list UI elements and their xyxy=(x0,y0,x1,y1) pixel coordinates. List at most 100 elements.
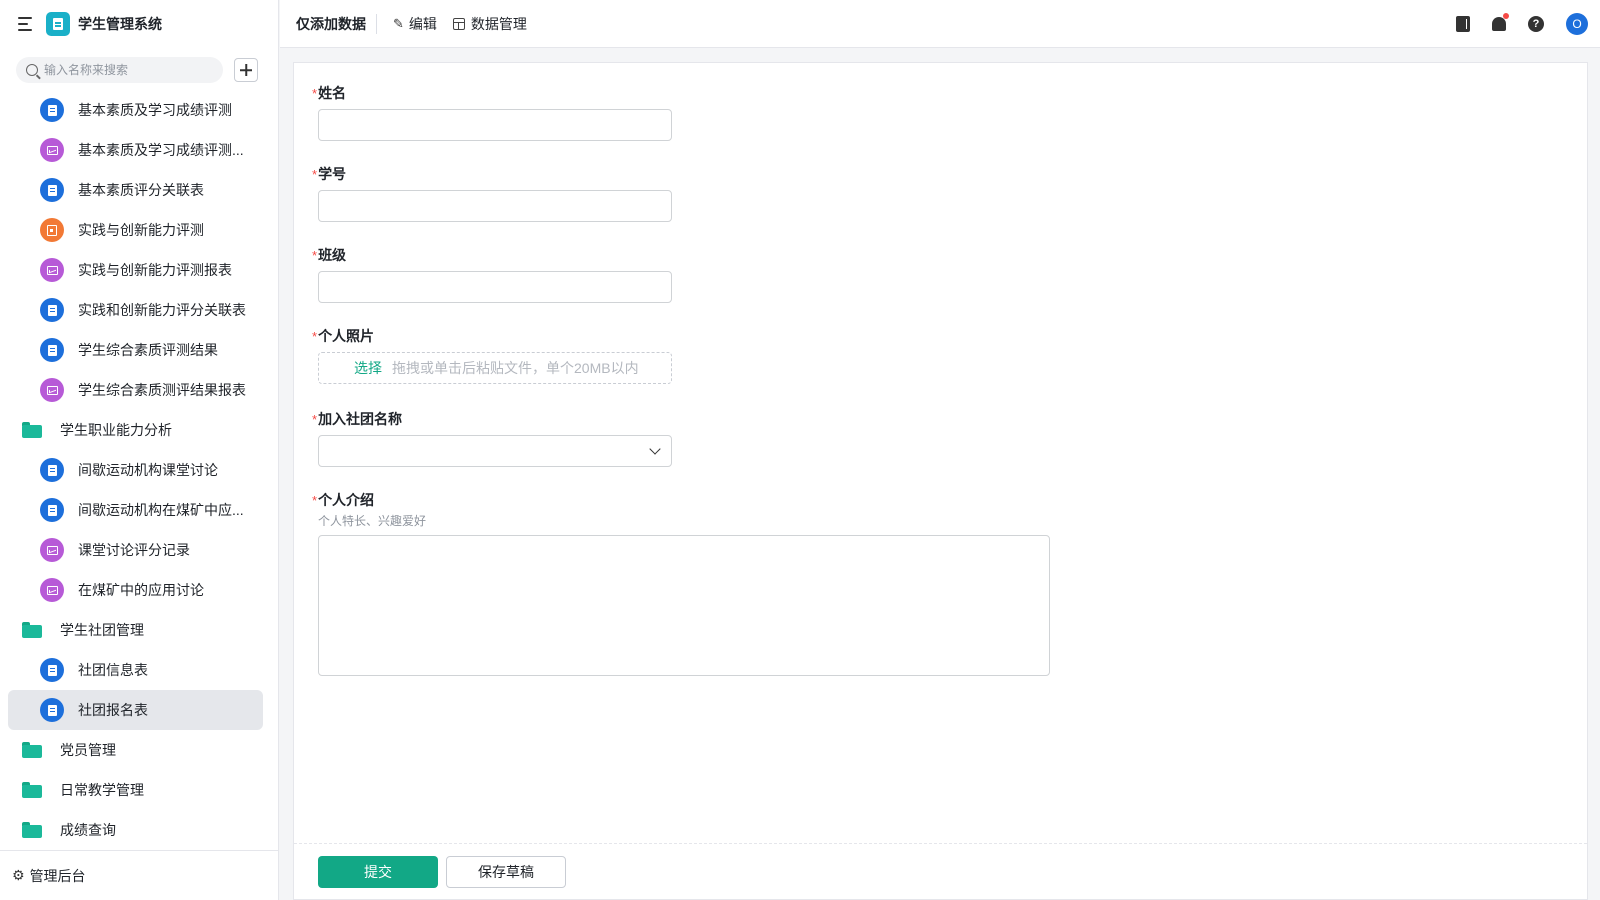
help-icon[interactable]: ? xyxy=(1528,16,1544,32)
chevron-down-icon xyxy=(649,443,661,455)
student-id-input[interactable] xyxy=(318,190,672,222)
admin-console-label: 管理后台 xyxy=(29,867,86,884)
sidebar-item-label: 学生综合素质测评结果报表 xyxy=(78,382,246,398)
photo-upload-area[interactable]: 选择 拖拽或单击后粘贴文件，单个20MB以内 xyxy=(318,352,672,384)
intro-field[interactable] xyxy=(319,536,1049,675)
form-icon xyxy=(40,298,64,322)
sidebar-item-label: 基本素质评分关联表 xyxy=(78,182,204,198)
sidebar-item-label: 社团信息表 xyxy=(78,662,148,678)
field-label: * 加入社团名称 xyxy=(312,411,403,427)
table-icon xyxy=(452,17,465,30)
sidebar-item-label: 在煤矿中的应用讨论 xyxy=(78,582,204,598)
gear-icon: ⚙ xyxy=(12,867,25,883)
report-icon xyxy=(40,378,64,402)
field-class: * 班级 xyxy=(312,245,672,303)
field-label: * 姓名 xyxy=(312,85,347,101)
data-manage-label: 数据管理 xyxy=(470,15,527,32)
name-field[interactable] xyxy=(319,110,671,140)
sidebar-item-label: 间歇运动机构课堂讨论 xyxy=(78,462,218,478)
sidebar-item[interactable]: 学生综合素质评测结果 xyxy=(8,330,263,370)
top-bar: 仅添加数据 ✎ 编辑 数据管理 ? O xyxy=(280,0,1600,48)
report-icon xyxy=(40,138,64,162)
sidebar-item-label: 间歇运动机构在煤矿中应... xyxy=(78,502,244,518)
form-icon xyxy=(40,98,64,122)
sidebar-item[interactable]: 课堂讨论评分记录 xyxy=(8,530,263,570)
sidebar-item-label: 党员管理 xyxy=(60,742,116,758)
sidebar-item-label: 学生职业能力分析 xyxy=(60,422,172,438)
field-student-id: * 学号 xyxy=(312,164,672,222)
admin-console-link[interactable]: ⚙ 管理后台 xyxy=(0,850,279,900)
sidebar-item[interactable]: 间歇运动机构课堂讨论 xyxy=(8,450,263,490)
form-panel: * 姓名 * 学号 * 班级 * 个人照片 选择 拖拽或单击后粘贴文件，单个20MB以内… xyxy=(293,62,1588,900)
user-avatar[interactable]: O xyxy=(1566,13,1588,35)
sidebar-item[interactable]: 基本素质及学习成绩评测 xyxy=(8,90,263,130)
form-footer: 提交 保存草稿 xyxy=(294,843,1587,899)
sidebar-item[interactable]: 间歇运动机构在煤矿中应... xyxy=(8,490,263,530)
class-field[interactable] xyxy=(319,272,671,302)
sidebar-item-label: 实践和创新能力评分关联表 xyxy=(78,302,246,318)
sidebar-item-label: 日常教学管理 xyxy=(60,782,144,798)
search-input[interactable] xyxy=(44,63,204,77)
field-club: * 加入社团名称 xyxy=(312,409,672,467)
sidebar-item-label: 实践与创新能力评测 xyxy=(78,222,204,238)
submit-button[interactable]: 提交 xyxy=(318,855,438,888)
book-icon[interactable] xyxy=(1456,16,1470,32)
sidebar-item[interactable]: 学生综合素质测评结果报表 xyxy=(8,370,263,410)
form-icon xyxy=(40,338,64,362)
edit-button[interactable]: ✎ 编辑 xyxy=(393,14,437,34)
sidebar-item[interactable]: 社团报名表 xyxy=(8,690,263,730)
field-name: * 姓名 xyxy=(312,83,672,141)
field-label: * 个人照片 xyxy=(312,328,375,344)
sidebar-item-label: 学生综合素质评测结果 xyxy=(78,342,218,358)
sidebar-item-label: 课堂讨论评分记录 xyxy=(78,542,190,558)
form-icon xyxy=(40,178,64,202)
data-manage-button[interactable]: 数据管理 xyxy=(452,14,527,34)
sidebar-item[interactable]: 社团信息表 xyxy=(8,650,263,690)
search-icon xyxy=(26,64,38,76)
sidebar-folder[interactable]: 党员管理 xyxy=(8,730,263,770)
intro-textarea[interactable] xyxy=(318,535,1050,676)
folder-icon xyxy=(22,422,42,438)
sidebar-folder[interactable]: 日常教学管理 xyxy=(8,770,263,810)
field-label: * 学号 xyxy=(312,166,347,182)
notification-bell-icon[interactable] xyxy=(1492,13,1509,31)
sidebar-item[interactable]: 实践和创新能力评分关联表 xyxy=(8,290,263,330)
sidebar-item[interactable]: 实践与创新能力评测报表 xyxy=(8,250,263,290)
class-input[interactable] xyxy=(318,271,672,303)
name-input[interactable] xyxy=(318,109,672,141)
field-intro: * 个人介绍 个人特长、兴趣爱好 xyxy=(312,490,1050,676)
sidebar-item-label: 基本素质及学习成绩评测 xyxy=(78,102,232,118)
sidebar-item-label: 成绩查询 xyxy=(60,822,116,838)
student-id-field[interactable] xyxy=(319,191,671,221)
intro-hint: 个人特长、兴趣爱好 xyxy=(318,514,427,528)
field-label: * 个人介绍 xyxy=(312,492,375,508)
sidebar-item[interactable]: 在煤矿中的应用讨论 xyxy=(8,570,263,610)
save-draft-button[interactable]: 保存草稿 xyxy=(446,855,566,888)
photo-select-link[interactable]: 选择 xyxy=(354,358,382,378)
sidebar-item[interactable]: 实践与创新能力评测 xyxy=(8,210,263,250)
sidebar-item-label: 社团报名表 xyxy=(78,702,148,718)
folder-icon xyxy=(22,782,42,798)
add-item-button[interactable] xyxy=(234,58,258,82)
club-select[interactable] xyxy=(318,435,672,467)
sidebar-item-label: 学生社团管理 xyxy=(60,622,144,638)
field-photo: * 个人照片 选择 拖拽或单击后粘贴文件，单个20MB以内 xyxy=(312,326,672,384)
sidebar-item[interactable]: 基本素质及学习成绩评测... xyxy=(8,130,263,170)
app-logo-icon xyxy=(46,12,70,36)
folder-icon xyxy=(22,622,42,638)
flow-icon xyxy=(40,218,64,242)
sidebar-nav: 基本素质及学习成绩评测 基本素质及学习成绩评测... 基本素质评分关联表 实践与创新能… xyxy=(0,90,279,850)
search-box[interactable] xyxy=(16,57,223,83)
page-title: 仅添加数据 xyxy=(296,13,377,34)
sidebar-folder[interactable]: 学生社团管理 xyxy=(8,610,263,650)
pencil-icon: ✎ xyxy=(393,15,404,31)
menu-collapse-icon[interactable] xyxy=(18,17,34,31)
sidebar: 学生管理系统 基本素质及学习成绩评测基本素质及学习成绩评测... 基本素质评分关联… xyxy=(0,0,279,900)
form-icon xyxy=(40,458,64,482)
sidebar-item-label: 实践与创新能力评测报表 xyxy=(78,262,232,278)
form-icon xyxy=(40,658,64,682)
sidebar-folder[interactable]: 成绩查询 xyxy=(8,810,263,850)
sidebar-folder[interactable]: 学生职业能力分析 xyxy=(8,410,263,450)
report-icon xyxy=(40,258,64,282)
sidebar-item[interactable]: 基本素质评分关联表 xyxy=(8,170,263,210)
